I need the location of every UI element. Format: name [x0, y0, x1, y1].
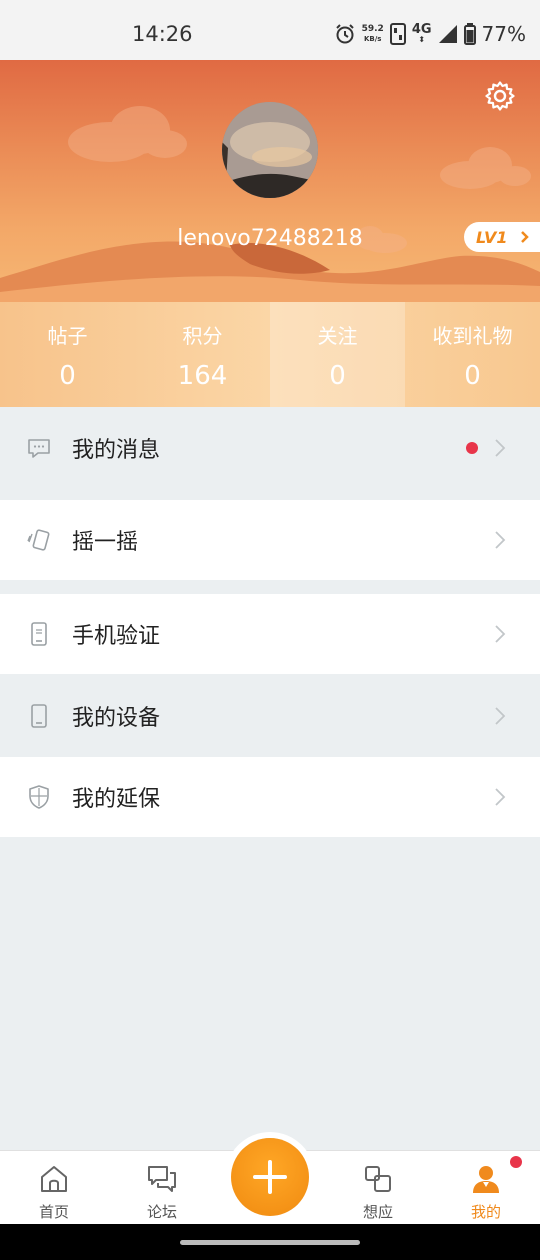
shake-icon — [27, 529, 50, 551]
unread-dot — [466, 442, 478, 454]
nav-ideas[interactable]: 想应 — [324, 1151, 432, 1225]
stat-label: 关注 — [317, 324, 358, 348]
menu-label: 我的设备 — [72, 706, 161, 731]
net-speed-unit: KB/s — [363, 35, 382, 43]
avatar-image — [222, 102, 318, 198]
notification-dot — [510, 1156, 522, 1168]
battery-icon — [463, 23, 476, 45]
nav-label: 我的 — [470, 1203, 501, 1221]
chevron-right-icon — [495, 439, 506, 457]
ideas-icon — [365, 1166, 391, 1192]
avatar[interactable] — [222, 102, 318, 198]
stat-posts[interactable]: 帖子 0 — [0, 302, 135, 407]
sim-icon — [389, 23, 406, 45]
stat-following[interactable]: 关注 0 — [270, 302, 405, 407]
home-icon — [41, 1166, 67, 1192]
menu-label: 摇一摇 — [72, 530, 139, 555]
stat-points[interactable]: 积分 164 — [135, 302, 270, 407]
nav-label: 论坛 — [146, 1203, 177, 1221]
level-text: LV1 — [476, 227, 508, 247]
menu-item-shake[interactable]: 摇一摇 — [0, 500, 540, 580]
phone-verify-icon — [31, 622, 47, 646]
menu-label: 我的延保 — [72, 787, 161, 812]
stat-value: 0 — [329, 361, 346, 391]
chevron-right-icon — [495, 707, 506, 725]
menu-item-phone-verify[interactable]: 手机验证 — [0, 594, 540, 674]
settings-gear-icon[interactable] — [484, 80, 516, 112]
chevron-right-icon — [495, 531, 506, 549]
username: lenovo72488218 — [177, 226, 363, 251]
stats-row: 帖子 0 积分 164 关注 0 收到礼物 0 — [0, 302, 540, 407]
chat-bubbles-icon — [148, 1166, 176, 1192]
menu-label: 手机验证 — [72, 624, 161, 649]
nav-forum[interactable]: 论坛 — [108, 1151, 216, 1225]
stat-label: 收到礼物 — [432, 324, 513, 348]
menu-item-devices[interactable]: 我的设备 — [0, 675, 540, 757]
network-type: 4G ⬍ — [411, 22, 432, 44]
status-time: 14:26 — [132, 22, 193, 46]
chevron-right-icon — [495, 625, 506, 643]
status-bar: 14:26 59.2 KB/s 4G ⬍ 77% — [0, 0, 540, 60]
system-nav-bar — [0, 1224, 540, 1260]
menu-label: 我的消息 — [72, 438, 161, 463]
profile-header: lenovo72488218 LV1 — [0, 60, 540, 302]
menu-item-warranty[interactable]: 我的延保 — [0, 757, 540, 837]
status-indicators: 59.2 KB/s 4G ⬍ 77% — [334, 22, 526, 46]
level-badge[interactable]: LV1 — [464, 222, 540, 252]
menu-item-messages[interactable]: 我的消息 — [0, 407, 540, 489]
nav-label: 首页 — [38, 1203, 69, 1221]
nav-label: 想应 — [362, 1203, 393, 1221]
stat-value: 0 — [59, 361, 76, 391]
nav-mine[interactable]: 我的 — [432, 1151, 540, 1225]
chevron-right-icon — [495, 788, 506, 806]
signal-icon — [438, 25, 457, 43]
stat-value: 164 — [177, 361, 228, 391]
stat-label: 积分 — [182, 324, 223, 348]
plus-icon — [253, 1160, 287, 1194]
battery-percent: 77% — [481, 22, 526, 46]
alarm-icon — [335, 24, 354, 44]
chevron-right-icon — [520, 231, 529, 243]
shield-icon — [29, 785, 49, 809]
device-icon — [31, 704, 47, 728]
net-speed-value: 59.2 — [361, 24, 384, 34]
stat-value: 0 — [464, 361, 481, 391]
gesture-handle[interactable] — [180, 1240, 360, 1245]
nav-home[interactable]: 首页 — [0, 1151, 108, 1225]
user-icon — [473, 1166, 499, 1193]
add-post-button[interactable] — [231, 1138, 309, 1216]
stat-gifts[interactable]: 收到礼物 0 — [405, 302, 540, 407]
stat-label: 帖子 — [47, 324, 88, 348]
net-speed: 59.2 KB/s — [362, 24, 384, 44]
message-icon — [28, 439, 50, 458]
